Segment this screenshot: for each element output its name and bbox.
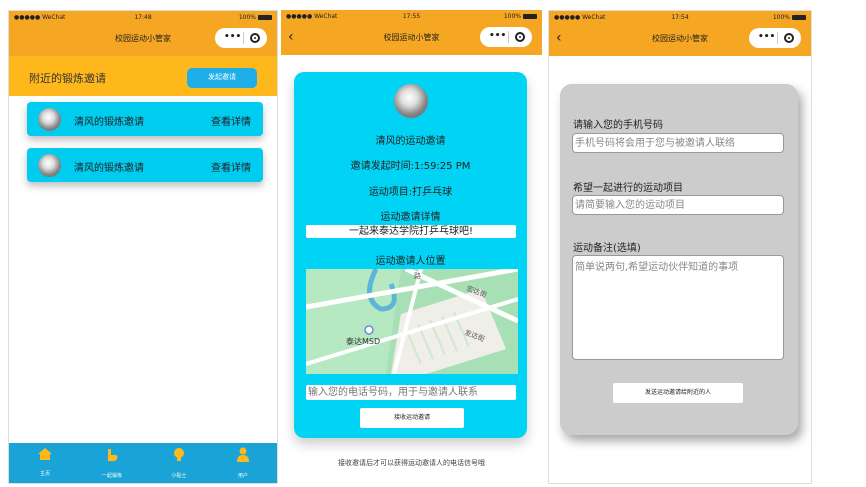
avatar xyxy=(394,84,428,118)
battery-label: 100% xyxy=(772,14,790,21)
view-detail-link[interactable]: 查看详情 xyxy=(211,159,251,174)
sport-type: 运动项目:打乒乓球 xyxy=(368,187,453,198)
status-bar: ●●●●● WeChat 17:55 100% xyxy=(281,10,542,24)
tab-label: 主页 xyxy=(39,471,50,477)
tab-label: 小贴士 xyxy=(171,473,187,479)
phone-label: 请输入您的手机号码 xyxy=(573,120,663,131)
muscle-icon xyxy=(92,447,132,468)
clock: 17:54 xyxy=(671,14,689,21)
status-bar: ●●●●● WeChat 17:54 100% xyxy=(549,11,811,25)
capsule-divider xyxy=(777,32,778,44)
user-icon xyxy=(223,447,263,468)
top-bar: ●●●●● WeChat 17:48 100% 校园运动小管家 ••• xyxy=(9,11,277,56)
battery-label: 100% xyxy=(503,13,521,20)
footnote: 接收邀请后才可以获得运动邀请人的电话信号哦 xyxy=(338,459,485,467)
top-bar: ●●●●● WeChat 17:54 100% ‹ 校园运动小管家 ••• xyxy=(549,11,811,56)
more-icon[interactable]: ••• xyxy=(489,26,506,46)
more-icon[interactable]: ••• xyxy=(224,27,241,47)
clock: 17:48 xyxy=(134,14,152,21)
screen-invite-detail: ●●●●● WeChat 17:55 100% ‹ 校园运动小管家 ••• 清风… xyxy=(281,10,542,482)
invite-name: 清风的锻炼邀请 xyxy=(74,117,144,128)
capsule-divider xyxy=(508,31,509,43)
battery-indicator: 100% xyxy=(504,13,537,20)
invite-card[interactable]: 清风的锻炼邀请 查看详情 xyxy=(27,148,263,182)
detail-label: 运动邀请详情 xyxy=(380,212,441,223)
battery-icon xyxy=(523,14,537,19)
location-map[interactable]: 路 宏达街 发达街 泰达MSD xyxy=(306,269,518,374)
mini-program-capsule: ••• xyxy=(749,28,801,48)
tab-tips[interactable]: 小贴士 xyxy=(159,447,199,479)
tab-user[interactable]: 用户 xyxy=(223,447,263,479)
screen-nearby-invites: ●●●●● WeChat 17:48 100% 校园运动小管家 ••• 附近的锻… xyxy=(8,10,278,484)
sport-input[interactable]: 请简要输入您的运动项目 xyxy=(572,195,784,215)
tab-label: 一起锻炼 xyxy=(101,473,122,479)
remark-textarea[interactable]: 简单说两句,希望运动伙伴知道的事项 xyxy=(572,255,784,360)
tab-exercise[interactable]: 一起锻炼 xyxy=(92,447,132,479)
tab-home[interactable]: 主页 xyxy=(25,447,65,477)
avatar xyxy=(38,154,61,177)
section-label: 附近的锻炼邀请 xyxy=(29,72,106,85)
lightbulb-icon xyxy=(159,447,199,468)
status-bar: ●●●●● WeChat 17:48 100% xyxy=(9,11,277,25)
top-bar: ●●●●● WeChat 17:55 100% ‹ 校园运动小管家 ••• xyxy=(281,10,542,55)
battery-indicator: 100% xyxy=(773,14,806,21)
close-target-icon[interactable] xyxy=(250,33,260,43)
location-label: 运动邀请人位置 xyxy=(375,256,446,267)
accept-invite-button[interactable]: 接收运动邀请 xyxy=(360,408,464,428)
battery-icon xyxy=(792,15,806,20)
map-place-label: 泰达MSD xyxy=(346,337,381,346)
invite-title: 清风的运动邀请 xyxy=(375,136,446,147)
send-invite-button[interactable]: 发送运动邀请给附近的人 xyxy=(613,383,743,403)
detail-text: 一起来泰达学院打乒乓球吧! xyxy=(306,225,516,238)
mini-program-capsule: ••• xyxy=(215,28,267,48)
mini-program-capsule: ••• xyxy=(480,27,532,47)
tab-label: 用户 xyxy=(237,473,248,479)
create-invite-button[interactable]: 发起邀请 xyxy=(187,68,257,88)
clock: 17:55 xyxy=(402,13,421,20)
close-target-icon[interactable] xyxy=(784,33,794,43)
invite-name: 清风的锻炼邀请 xyxy=(74,163,144,174)
phone-number-input[interactable]: 输入您的电话号码，用于与邀请人联系 xyxy=(306,385,516,400)
tab-bar: 主页 一起锻炼 小贴士 用户 xyxy=(9,443,277,483)
invite-detail-card: 清风的运动邀请 邀请发起时间:1:59:25 PM 运动项目:打乒乓球 运动邀请… xyxy=(294,72,527,438)
avatar xyxy=(38,108,61,131)
view-detail-link[interactable]: 查看详情 xyxy=(211,113,251,128)
battery-icon xyxy=(258,15,272,20)
battery-label: 100% xyxy=(238,14,256,21)
battery-indicator: 100% xyxy=(239,14,272,21)
sport-label: 希望一起进行的运动项目 xyxy=(573,183,683,194)
remark-label: 运动备注(选填) xyxy=(573,243,641,254)
capsule-divider xyxy=(243,32,244,44)
more-icon[interactable]: ••• xyxy=(758,27,775,47)
section-header: 附近的锻炼邀请 发起邀请 xyxy=(9,56,277,96)
screen-create-invite: ●●●●● WeChat 17:54 100% ‹ 校园运动小管家 ••• 请输… xyxy=(548,10,812,484)
close-target-icon[interactable] xyxy=(515,32,525,42)
invite-time: 邀请发起时间:1:59:25 PM xyxy=(350,161,471,172)
invite-form-card: 请输入您的手机号码 手机号码将会用于您与被邀请人联络 希望一起进行的运动项目 请… xyxy=(560,84,798,435)
phone-number-input[interactable]: 手机号码将会用于您与被邀请人联络 xyxy=(572,133,784,153)
home-icon xyxy=(25,447,65,466)
invite-card[interactable]: 清风的锻炼邀请 查看详情 xyxy=(27,102,263,136)
map-road-label: 路 xyxy=(414,272,421,280)
